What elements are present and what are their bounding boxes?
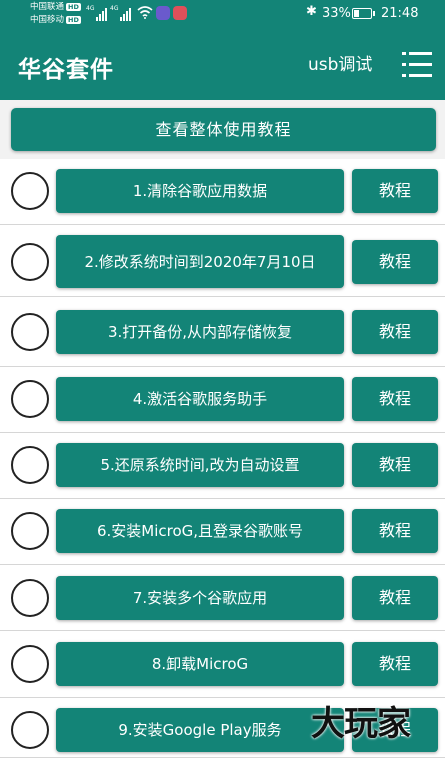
step-button[interactable]: 4.激活谷歌服务助手 xyxy=(56,377,344,421)
clock: 21:48 xyxy=(381,6,419,21)
step-row: 4.激活谷歌服务助手 教程 xyxy=(0,367,445,433)
step-row: 3.打开备份,从内部存储恢复 教程 xyxy=(0,297,445,367)
notification-app-icon xyxy=(173,6,187,20)
carrier-2: 中国移动 HD xyxy=(30,15,81,25)
tutorial-button[interactable]: 教程 xyxy=(352,239,438,284)
step-button[interactable]: 9.安装Google Play服务 xyxy=(56,708,344,752)
bluetooth-icon: ✱ xyxy=(306,4,317,19)
tutorial-button[interactable]: 教程 xyxy=(352,310,438,354)
step-button[interactable]: 5.还原系统时间,改为自动设置 xyxy=(56,443,344,487)
status-bar: 中国联通 HD 中国移动 HD 4G 4G ✱ 33% 21:48 xyxy=(0,0,445,30)
step-checkbox[interactable] xyxy=(11,446,49,484)
step-checkbox[interactable] xyxy=(11,242,49,281)
tutorial-button[interactable]: 教程 xyxy=(352,169,438,213)
step-button[interactable]: 1.清除谷歌应用数据 xyxy=(56,169,344,213)
app-title: 华谷套件 xyxy=(18,57,114,83)
step-row: 6.安装MicroG,且登录谷歌账号 教程 xyxy=(0,499,445,565)
carrier-1: 中国联通 HD xyxy=(30,2,81,12)
wifi-icon xyxy=(137,6,153,19)
battery-percent: 33% xyxy=(322,6,351,21)
tutorial-button[interactable]: 教程 xyxy=(352,443,438,487)
tutorial-button[interactable]: 教程 xyxy=(352,642,438,686)
step-row: 1.清除谷歌应用数据 教程 xyxy=(0,159,445,225)
step-checkbox[interactable] xyxy=(11,313,49,351)
step-button[interactable]: 2.修改系统时间到2020年7月10日 xyxy=(56,235,344,288)
tutorial-button[interactable]: 教程 xyxy=(352,576,438,620)
menu-icon[interactable] xyxy=(402,52,432,78)
usb-debug-button[interactable]: usb调试 xyxy=(302,52,378,78)
step-checkbox[interactable] xyxy=(11,645,49,683)
watermark: 大玩家 xyxy=(311,704,411,744)
step-checkbox[interactable] xyxy=(11,380,49,418)
notification-app-icon xyxy=(156,6,170,20)
tutorial-button[interactable]: 教程 xyxy=(352,509,438,553)
step-row: 5.还原系统时间,改为自动设置 教程 xyxy=(0,433,445,499)
step-checkbox[interactable] xyxy=(11,512,49,550)
step-row: 7.安装多个谷歌应用 教程 xyxy=(0,565,445,631)
step-row: 8.卸载MicroG 教程 xyxy=(0,631,445,698)
step-checkbox[interactable] xyxy=(11,711,49,749)
step-button[interactable]: 3.打开备份,从内部存储恢复 xyxy=(56,310,344,354)
step-checkbox[interactable] xyxy=(11,172,49,210)
battery-icon xyxy=(352,8,375,19)
step-button[interactable]: 7.安装多个谷歌应用 xyxy=(56,576,344,620)
step-row: 2.修改系统时间到2020年7月10日 教程 xyxy=(0,225,445,297)
step-button[interactable]: 6.安装MicroG,且登录谷歌账号 xyxy=(56,509,344,553)
step-button[interactable]: 8.卸载MicroG xyxy=(56,642,344,686)
tutorial-button[interactable]: 教程 xyxy=(352,377,438,421)
step-checkbox[interactable] xyxy=(11,579,49,617)
app-bar: 华谷套件 usb调试 xyxy=(0,30,445,100)
overview-tutorial-button[interactable]: 查看整体使用教程 xyxy=(11,108,436,151)
